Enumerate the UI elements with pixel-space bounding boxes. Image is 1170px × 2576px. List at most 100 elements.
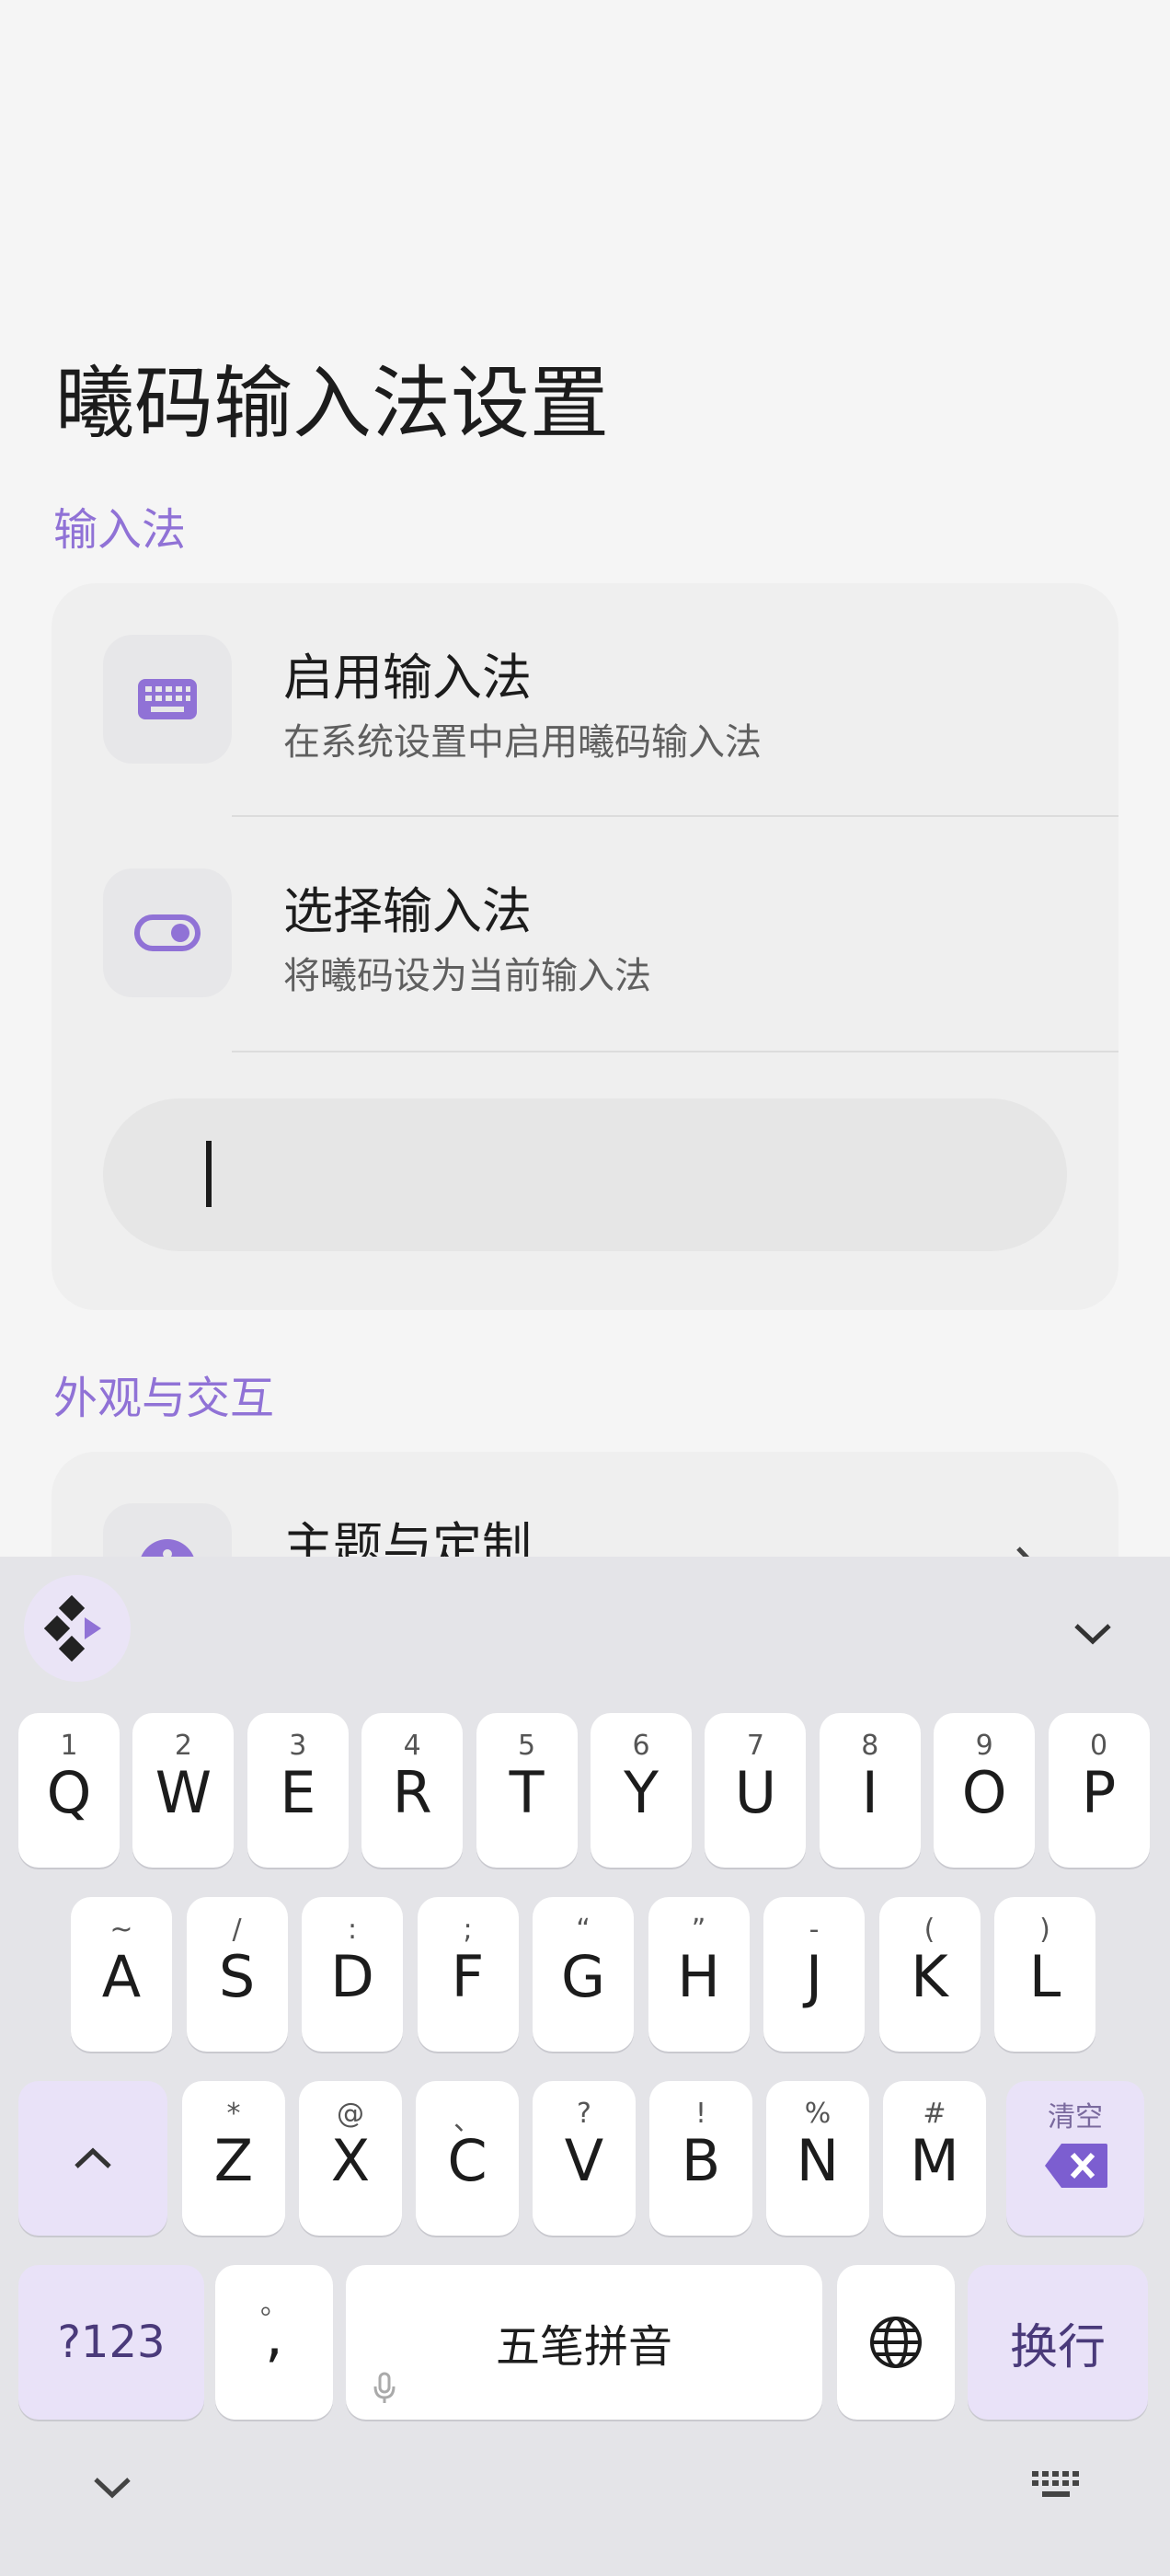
chevron-up-icon	[75, 2147, 111, 2168]
key-hint: ;	[463, 1914, 473, 1946]
divider	[232, 1051, 1118, 1052]
key-label: G	[560, 1943, 606, 2010]
space-key[interactable]: 五笔拼音	[346, 2265, 822, 2420]
key-hint: 9	[975, 1730, 993, 1762]
enable-input-method-item[interactable]: 启用输入法 在系统设置中启用曦码输入法	[52, 583, 1118, 817]
section-label-input-method: 输入法	[53, 504, 187, 556]
backspace-icon	[1043, 2142, 1109, 2193]
key-hint: *	[226, 2098, 241, 2130]
key-f[interactable]: ; F	[417, 1897, 519, 2052]
key-h[interactable]: ” H	[648, 1897, 750, 2052]
key-b[interactable]: ! B	[649, 2081, 752, 2236]
key-a[interactable]: ~ A	[71, 1897, 172, 2052]
shift-key[interactable]	[18, 2081, 167, 2236]
bottom-navigation-bar	[0, 2429, 1170, 2576]
key-m[interactable]: # M	[883, 2081, 986, 2236]
key-hint: :	[347, 1914, 358, 1946]
language-key[interactable]	[837, 2265, 955, 2420]
delete-key[interactable]: 清空	[1006, 2081, 1144, 2236]
key-hint: ”	[691, 1914, 706, 1946]
key-e[interactable]: 3E	[247, 1713, 349, 1868]
key-label: N	[796, 2127, 840, 2194]
key-label: A	[101, 1943, 142, 2010]
key-hint: ~	[109, 1914, 133, 1946]
key-y[interactable]: 6Y	[591, 1713, 692, 1868]
toggle-icon	[103, 868, 232, 997]
select-input-method-item[interactable]: 选择输入法 将曦码设为当前输入法	[52, 817, 1118, 1051]
key-label: M	[910, 2127, 959, 2194]
key-label: J	[805, 1943, 823, 2010]
key-hint: “	[576, 1914, 591, 1946]
key-label: W	[155, 1759, 212, 1826]
key-v[interactable]: ? V	[533, 2081, 636, 2236]
key-label: O	[961, 1759, 1007, 1826]
key-label: X	[330, 2127, 371, 2194]
key-t[interactable]: 5T	[476, 1713, 578, 1868]
keyboard-switch-icon[interactable]	[1030, 2469, 1084, 2506]
key-s[interactable]: / S	[186, 1897, 288, 2052]
key-hint: 5	[518, 1730, 536, 1762]
key-n[interactable]: % N	[766, 2081, 869, 2236]
key-q[interactable]: 1Q	[18, 1713, 120, 1868]
key-hint: 7	[746, 1730, 764, 1762]
key-c[interactable]: 、 C	[416, 2081, 519, 2236]
key-label: H	[677, 1943, 720, 2010]
key-r[interactable]: 4R	[361, 1713, 464, 1868]
key-label: B	[681, 2127, 721, 2194]
key-hint: /	[232, 1914, 242, 1946]
delete-hint: 清空	[1048, 2101, 1103, 2133]
key-hint: 0	[1090, 1730, 1108, 1762]
test-input-field[interactable]	[103, 1098, 1067, 1251]
key-hint: 3	[289, 1730, 307, 1762]
key-label: K	[911, 1943, 948, 2010]
key-j[interactable]: -J	[763, 1897, 865, 2052]
hide-keyboard-icon[interactable]	[92, 2475, 132, 2504]
key-d[interactable]: :D	[302, 1897, 403, 2052]
keyboard-logo-icon[interactable]	[24, 1575, 131, 1682]
comma-key-label: ,	[265, 2302, 283, 2369]
key-hint: 1	[60, 1730, 78, 1762]
key-label: T	[509, 1759, 545, 1826]
key-hint: ?	[577, 2098, 591, 2130]
key-i[interactable]: 8I	[819, 1713, 921, 1868]
key-u[interactable]: 7U	[705, 1713, 807, 1868]
key-label: Z	[213, 2127, 254, 2194]
key-x[interactable]: @ X	[299, 2081, 402, 2236]
key-label: I	[861, 1759, 878, 1826]
key-o[interactable]: 9O	[934, 1713, 1036, 1868]
key-hint: 4	[403, 1730, 421, 1762]
input-method-card: 启用输入法 在系统设置中启用曦码输入法 选择输入法 将曦码设为当前输入法	[52, 583, 1118, 1310]
key-l[interactable]: ) L	[994, 1897, 1095, 2052]
space-key-label: 五笔拼音	[495, 2321, 672, 2373]
key-k[interactable]: (K	[878, 1897, 981, 2052]
key-label: V	[564, 2127, 604, 2194]
text-caret	[206, 1141, 212, 1207]
key-w[interactable]: 2W	[132, 1713, 235, 1868]
symbols-key[interactable]: ?123	[18, 2265, 204, 2420]
comma-key[interactable]: 。 ,	[215, 2265, 333, 2420]
key-p[interactable]: 0P	[1048, 1713, 1150, 1868]
key-label: S	[218, 1943, 256, 2010]
key-hint: @	[337, 2098, 364, 2130]
key-hint: (	[923, 1914, 935, 1946]
key-hint: 2	[174, 1730, 192, 1762]
chevron-down-icon[interactable]	[1056, 1597, 1130, 1671]
key-label: L	[1028, 1943, 1061, 2010]
enable-input-method-title: 启用输入法	[283, 649, 532, 707]
page-title: 曦码输入法设置	[55, 358, 609, 450]
key-z[interactable]: * Z	[182, 2081, 285, 2236]
key-g[interactable]: “G	[533, 1897, 634, 2052]
enable-input-method-subtitle: 在系统设置中启用曦码输入法	[283, 721, 762, 764]
key-label: F	[451, 1943, 485, 2010]
section-label-appearance: 外观与交互	[53, 1373, 275, 1424]
key-hint: #	[923, 2098, 946, 2130]
enter-key-label: 换行	[1009, 2319, 1106, 2375]
symbols-key-label: ?123	[57, 2317, 166, 2368]
globe-icon	[870, 2317, 922, 2368]
key-hint: %	[804, 2098, 832, 2130]
key-label: P	[1081, 1759, 1117, 1826]
keyboard-icon	[103, 635, 232, 764]
key-label: C	[447, 2127, 488, 2194]
enter-key[interactable]: 换行	[968, 2265, 1148, 2420]
key-hint: 6	[632, 1730, 650, 1762]
